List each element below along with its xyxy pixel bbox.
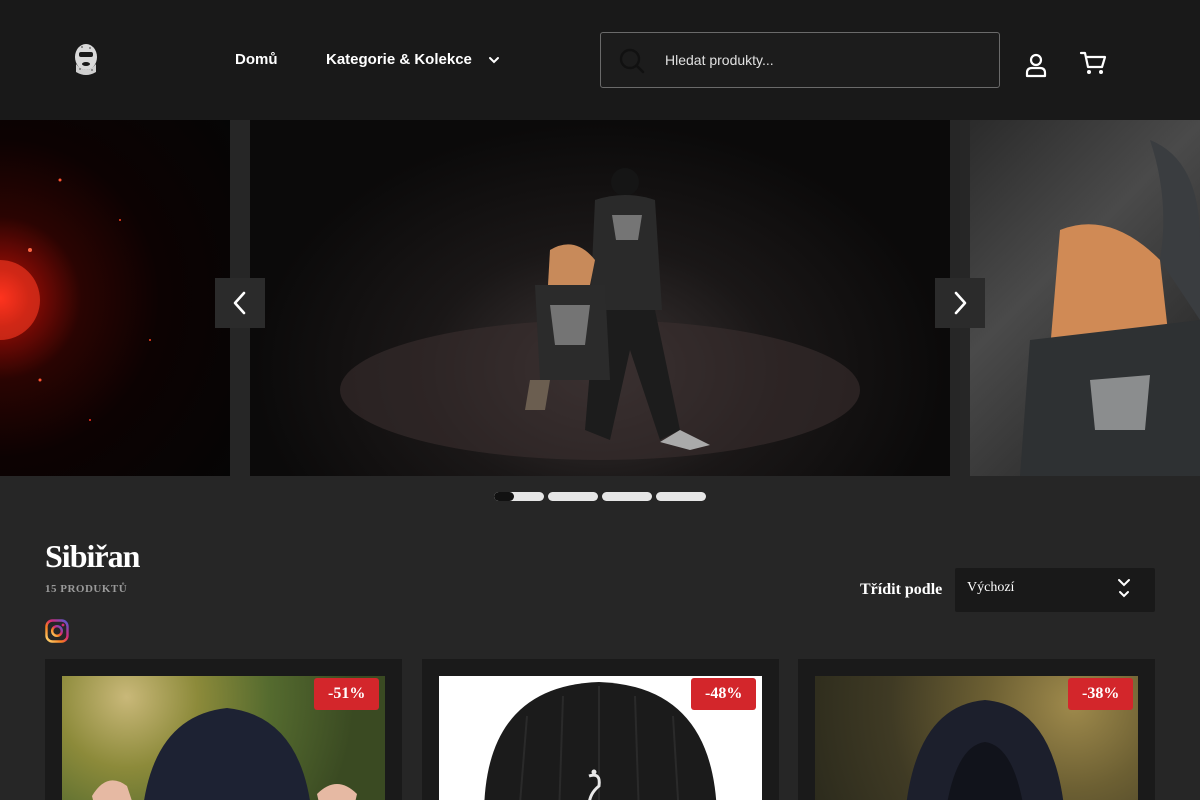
collection-title: Sibiřan bbox=[45, 538, 140, 574]
nav-categories-menu[interactable]: Kategorie & Kolekce bbox=[326, 51, 500, 68]
nav-categories-label: Kategorie & Kolekce bbox=[326, 51, 472, 68]
search-input[interactable] bbox=[665, 33, 985, 87]
hooded-figure-closeup-photo bbox=[1020, 140, 1200, 476]
collection-product-count: 15 PRODUKTŮ bbox=[45, 583, 128, 595]
slider-dot-3[interactable] bbox=[602, 492, 652, 501]
sort-label: Třídit podle bbox=[860, 581, 943, 598]
red-light-image bbox=[0, 178, 151, 421]
slide-previous-image bbox=[0, 120, 230, 476]
discount-badge: -48% bbox=[691, 678, 757, 710]
user-icon[interactable] bbox=[1024, 52, 1048, 78]
slider-dot-4[interactable] bbox=[656, 492, 706, 501]
balaclava-logo-icon[interactable] bbox=[72, 42, 100, 76]
chevron-right-icon bbox=[954, 291, 967, 315]
slider-dot-1[interactable] bbox=[494, 492, 544, 501]
instagram-icon[interactable] bbox=[45, 619, 69, 643]
slide-active-image bbox=[250, 120, 950, 476]
discount-badge: -51% bbox=[314, 678, 380, 710]
sort-selected-value: Výchozí bbox=[967, 580, 1015, 595]
search-box[interactable] bbox=[600, 32, 1000, 88]
site-header: Domů Kategorie & Kolekce bbox=[0, 0, 1200, 120]
slider-dot-progress bbox=[494, 492, 514, 501]
chevron-up-down-icon bbox=[1118, 579, 1130, 598]
chevron-down-icon bbox=[488, 56, 499, 63]
slider-next-button[interactable] bbox=[935, 278, 985, 328]
slider-prev-button[interactable] bbox=[215, 278, 265, 328]
search-icon[interactable] bbox=[619, 48, 645, 74]
slide-next-image bbox=[970, 120, 1200, 476]
chevron-left-icon bbox=[233, 291, 246, 315]
slider-dot-2[interactable] bbox=[548, 492, 598, 501]
sort-dropdown[interactable]: Výchozí bbox=[955, 568, 1155, 612]
cart-icon[interactable] bbox=[1079, 50, 1107, 76]
hooded-figures-photo bbox=[340, 168, 860, 460]
discount-badge: -38% bbox=[1068, 678, 1134, 710]
nav-home-link[interactable]: Domů bbox=[235, 51, 278, 68]
hero-slider bbox=[0, 120, 1200, 476]
slider-pagination bbox=[494, 492, 706, 501]
